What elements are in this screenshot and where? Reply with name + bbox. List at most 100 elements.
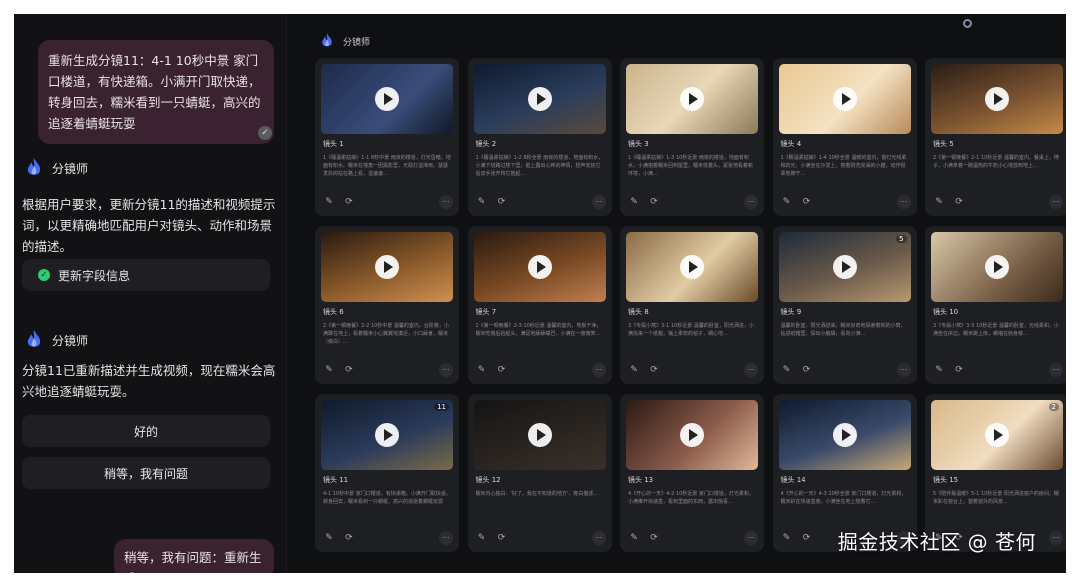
edit-icon[interactable]: ✎ bbox=[323, 532, 335, 544]
shot-card[interactable]: 镜头 1 1《睡温柔姑娘》1-1 8秒中景 雨夜的楼道，灯光昏暗，地面有积水。糯米… bbox=[315, 58, 459, 216]
edit-icon[interactable]: ✎ bbox=[628, 532, 640, 544]
shot-thumbnail[interactable] bbox=[626, 232, 758, 302]
shot-card[interactable]: 11 镜头 11 4-1 10秒中景 家门口楼道，有快递箱。小满开门取快递，转身回去… bbox=[315, 394, 459, 552]
shot-thumbnail[interactable]: 5 bbox=[778, 232, 911, 302]
edit-icon[interactable]: ✎ bbox=[476, 532, 488, 544]
shot-card[interactable]: 镜头 7 2《第一顿晚餐》2-3 10秒近景 温馨的室内，地板干净，糯米吃饱后抬起… bbox=[467, 226, 612, 384]
shot-thumbnail[interactable] bbox=[626, 400, 758, 470]
edit-icon[interactable]: ✎ bbox=[933, 364, 945, 376]
more-icon[interactable]: ··· bbox=[591, 531, 606, 545]
more-icon[interactable]: ··· bbox=[439, 531, 453, 545]
shot-thumbnail[interactable] bbox=[473, 400, 606, 470]
play-icon[interactable] bbox=[680, 423, 704, 447]
regenerate-icon[interactable]: ⟳ bbox=[343, 532, 355, 544]
shot-description: 4-1 10秒中景 家门口楼道，有快递箱。小满开门取快递，转身回去，糯米看到一只… bbox=[323, 491, 451, 505]
regenerate-icon[interactable]: ⟳ bbox=[343, 196, 355, 208]
more-icon[interactable]: ··· bbox=[1049, 195, 1063, 209]
regenerate-icon[interactable]: ⟳ bbox=[496, 532, 508, 544]
shot-title: 镜头 2 bbox=[475, 140, 497, 148]
shot-thumbnail[interactable]: 11 bbox=[321, 400, 453, 470]
shot-thumbnail[interactable] bbox=[321, 64, 453, 134]
shot-card[interactable]: 镜头 8 3《专属小窝》3-1 10秒近景 温馨的卧室，阳光洒进，小满找来一个纸箱… bbox=[620, 226, 764, 384]
more-icon[interactable]: ··· bbox=[744, 195, 758, 209]
shot-card[interactable]: 镜头 10 3《专属小窝》3-3 10秒近景 温馨的卧室，光线柔和，小满坐在床边，… bbox=[925, 226, 1066, 384]
shot-thumbnail[interactable] bbox=[931, 232, 1063, 302]
shot-description: 4《开心的一天》4-2 10秒近景 家门口楼道，灯光柔和，小满推开快递盒，看到里… bbox=[628, 491, 754, 505]
shot-card[interactable]: 镜头 5 2《第一顿晚餐》2-1 10秒近景 温馨的室内，餐桌上，椅子，小满拿着一… bbox=[925, 58, 1066, 216]
shot-thumbnail[interactable] bbox=[473, 232, 606, 302]
play-icon[interactable] bbox=[832, 255, 857, 279]
play-icon[interactable] bbox=[375, 423, 399, 447]
shot-thumbnail[interactable] bbox=[931, 64, 1063, 134]
shot-card[interactable]: 镜头 4 1《糯温柔姑娘》1-4 10秒全景 温暖的室内，窗灯光线柔和的光，小满坐… bbox=[772, 58, 917, 216]
edit-icon[interactable]: ✎ bbox=[781, 532, 793, 544]
edit-icon[interactable]: ✎ bbox=[323, 196, 335, 208]
shot-description: 温馨的卧室，阳光洒进来，糯米好奇地探索着新的小窝，钻进纸箱里，探出小脑袋，看向小… bbox=[780, 323, 906, 337]
edit-icon[interactable]: ✎ bbox=[781, 196, 793, 208]
more-icon[interactable]: ··· bbox=[896, 195, 911, 209]
shot-thumbnail[interactable] bbox=[321, 232, 453, 302]
play-icon[interactable] bbox=[985, 423, 1009, 447]
shot-card[interactable]: 镜头 12 糯米内心独白：'好了，我在不知道的地方'，旁白描述... ✎ ⟳ ··· bbox=[467, 394, 612, 552]
play-icon[interactable] bbox=[375, 87, 399, 111]
shot-description: 2《第一顿晚餐》2-1 10秒近景 温馨的室内，餐桌上，椅子，小满拿着一碗温热的… bbox=[933, 155, 1059, 169]
play-icon[interactable] bbox=[680, 255, 704, 279]
more-icon[interactable]: ··· bbox=[439, 363, 453, 377]
shot-card[interactable]: 镜头 6 2《第一顿晚餐》2-2 10秒中景 温馨的室内，台阶旁，小满蹲在地上，看… bbox=[315, 226, 459, 384]
shot-thumbnail[interactable]: 2 bbox=[931, 400, 1063, 470]
shot-description: 3《专属小窝》3-1 10秒近景 温馨的卧室，阳光洒进，小满找来一个纸箱，铺上柔… bbox=[628, 323, 754, 337]
shot-card[interactable]: 镜头 3 1《睡温柔姑娘》1-3 10秒近景 雨夜的楼道，地面有积水，小满抱着糯米… bbox=[620, 58, 764, 216]
more-icon[interactable]: ··· bbox=[1049, 363, 1063, 377]
play-icon[interactable] bbox=[985, 87, 1009, 111]
play-icon[interactable] bbox=[527, 423, 552, 447]
play-icon[interactable] bbox=[832, 423, 857, 447]
shot-thumbnail[interactable] bbox=[778, 400, 911, 470]
success-check-icon: ✓ bbox=[38, 269, 50, 281]
regenerate-icon[interactable]: ⟳ bbox=[953, 196, 965, 208]
shot-thumbnail[interactable] bbox=[626, 64, 758, 134]
play-icon[interactable] bbox=[985, 255, 1009, 279]
edit-icon[interactable]: ✎ bbox=[628, 364, 640, 376]
regenerate-icon[interactable]: ⟳ bbox=[801, 532, 813, 544]
regenerate-icon[interactable]: ⟳ bbox=[496, 196, 508, 208]
edit-icon[interactable]: ✎ bbox=[933, 196, 945, 208]
reply-question-button[interactable]: 稍等，我有问题 bbox=[22, 457, 270, 489]
more-icon[interactable]: ··· bbox=[1049, 531, 1063, 545]
edit-icon[interactable]: ✎ bbox=[476, 196, 488, 208]
shot-card[interactable]: 镜头 13 4《开心的一天》4-2 10秒近景 家门口楼道，灯光柔和，小满推开快递… bbox=[620, 394, 764, 552]
more-icon[interactable]: ··· bbox=[591, 195, 606, 209]
regenerate-icon[interactable]: ⟳ bbox=[648, 532, 660, 544]
shot-thumbnail[interactable] bbox=[778, 64, 911, 134]
regenerate-icon[interactable]: ⟳ bbox=[343, 364, 355, 376]
shot-thumbnail[interactable] bbox=[473, 64, 606, 134]
play-icon[interactable] bbox=[527, 87, 552, 111]
play-icon[interactable] bbox=[680, 87, 704, 111]
shot-card[interactable]: 镜头 2 1《睡温柔姑娘》1-2 8秒全景 雨夜的楼道，地面有积水，小满下班路过楼… bbox=[467, 58, 612, 216]
shot-card[interactable]: 5 镜头 9 温馨的卧室，阳光洒进来，糯米好奇地探索着新的小窝，钻进纸箱里，探出小脑… bbox=[772, 226, 917, 384]
regenerate-icon[interactable]: ⟳ bbox=[648, 196, 660, 208]
agent-message: 分镜11已重新描述并生成视频，现在糯米会高兴地追逐蜻蜓玩耍。 bbox=[22, 363, 276, 399]
regenerate-icon[interactable]: ⟳ bbox=[648, 364, 660, 376]
play-icon[interactable] bbox=[375, 255, 399, 279]
shot-title: 镜头 8 bbox=[628, 308, 649, 316]
edit-icon[interactable]: ✎ bbox=[781, 364, 793, 376]
more-icon[interactable]: ··· bbox=[896, 363, 911, 377]
more-icon[interactable]: ··· bbox=[439, 195, 453, 209]
regenerate-icon[interactable]: ⟳ bbox=[496, 364, 508, 376]
reply-ok-button[interactable]: 好的 bbox=[22, 415, 270, 447]
regenerate-icon[interactable]: ⟳ bbox=[801, 364, 813, 376]
agent-name: 分镜师 bbox=[52, 161, 89, 176]
play-icon[interactable] bbox=[832, 87, 857, 111]
more-icon[interactable]: ··· bbox=[744, 363, 758, 377]
regenerate-icon[interactable]: ⟳ bbox=[801, 196, 813, 208]
more-icon[interactable]: ··· bbox=[591, 363, 606, 377]
shot-title: 镜头 6 bbox=[323, 308, 344, 316]
field-update-pill[interactable]: ✓ 更新字段信息 bbox=[22, 259, 270, 291]
play-icon[interactable] bbox=[527, 255, 552, 279]
edit-icon[interactable]: ✎ bbox=[476, 364, 488, 376]
edit-icon[interactable]: ✎ bbox=[323, 364, 335, 376]
regenerate-icon[interactable]: ⟳ bbox=[953, 364, 965, 376]
more-icon[interactable]: ··· bbox=[744, 531, 758, 545]
shot-title: 镜头 14 bbox=[780, 476, 806, 484]
edit-icon[interactable]: ✎ bbox=[628, 196, 640, 208]
